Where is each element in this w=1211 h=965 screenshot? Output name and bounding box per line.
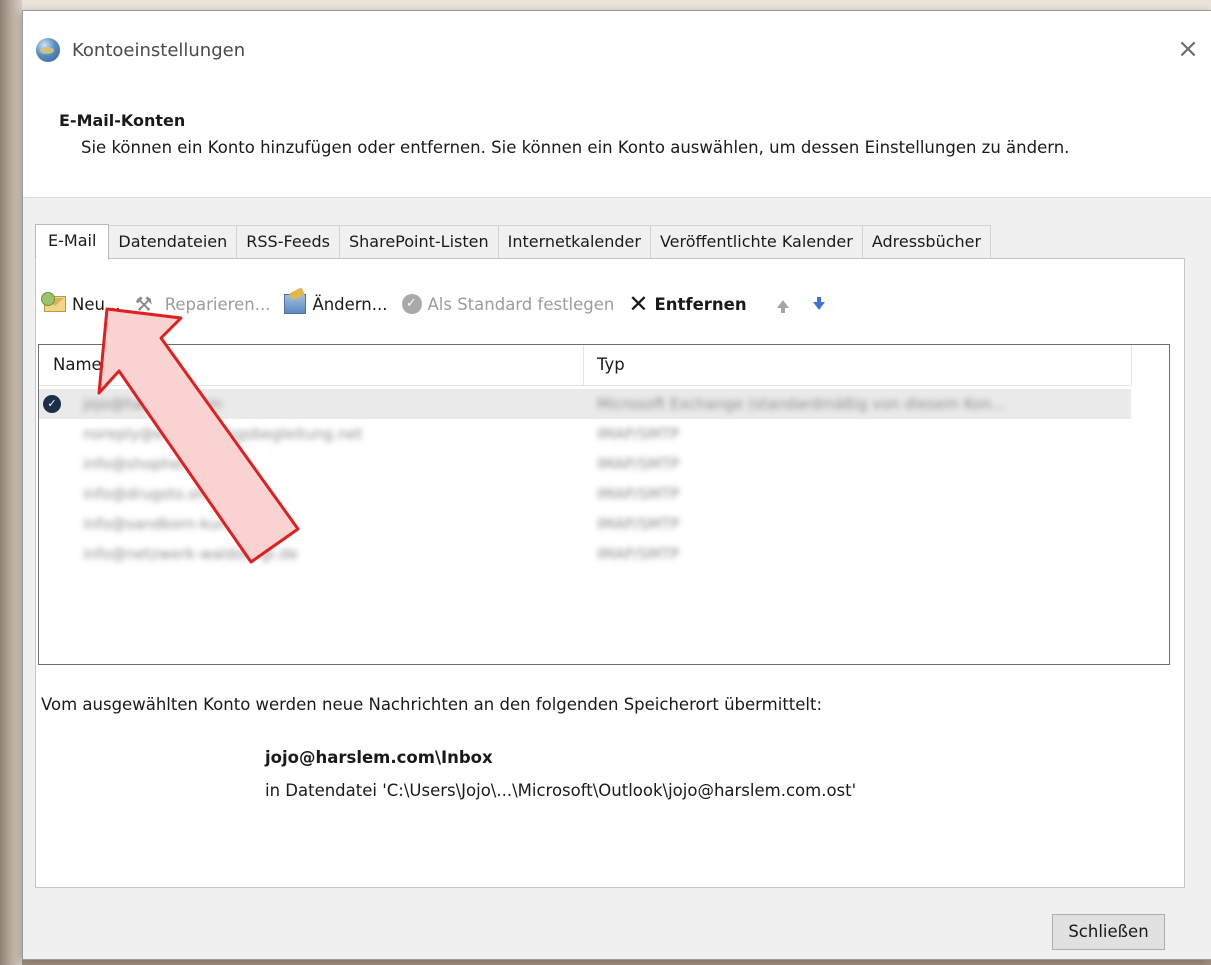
account-type: IMAP/SMTP (597, 455, 680, 473)
repair-button[interactable]: ⚒ Reparieren... (135, 290, 271, 318)
account-type: IMAP/SMTP (597, 485, 680, 503)
dialog-header: E-Mail-Konten Sie können ein Konto hinzu… (23, 87, 1211, 198)
change-settings-icon (284, 294, 307, 314)
tab-sharepoint-lists[interactable]: SharePoint-Listen (340, 225, 499, 259)
change-button[interactable]: Ändern... (284, 290, 388, 318)
tab-data-files[interactable]: Datendateien (109, 225, 238, 259)
account-name: jojo@harslem.com (83, 395, 223, 413)
tab-published-calendars[interactable]: Veröffentlichte Kalender (650, 225, 863, 259)
list-header: Name Typ (39, 345, 1132, 386)
checkmark-icon: ✓ (401, 294, 422, 314)
set-default-button-label: Als Standard festlegen (427, 294, 615, 314)
tab-email[interactable]: E-Mail (35, 224, 110, 260)
column-header-name[interactable]: Name (53, 355, 102, 374)
account-type: IMAP/SMTP (597, 545, 680, 563)
close-button[interactable]: Schließen (1052, 914, 1165, 950)
account-type: IMAP/SMTP (597, 515, 680, 533)
column-header-type[interactable]: Typ (597, 355, 625, 374)
account-toolbar: Neu... ⚒ Reparieren... Ändern... ✓ Als S… (41, 289, 831, 319)
change-button-label: Ändern... (312, 294, 388, 314)
table-row[interactable]: info@sandkorn-kunst.eu IMAP/SMTP (39, 509, 1131, 539)
column-divider (583, 345, 584, 385)
account-settings-dialog: Kontoeinstellungen × E-Mail-Konten Sie k… (22, 10, 1211, 960)
wrench-icon: ⚒ (134, 292, 153, 316)
table-row[interactable]: info@netzwerk-waldorf-gl.de IMAP/SMTP (39, 539, 1131, 569)
account-name: noreply@entwicklungsbegleitung.net (83, 425, 363, 443)
email-tab-panel: Neu... ⚒ Reparieren... Ändern... ✓ Als S… (35, 258, 1185, 888)
arrow-up-icon[interactable] (776, 300, 789, 313)
delivery-folder: jojo@harslem.com\Inbox (265, 748, 493, 767)
account-type: Microsoft Exchange (standardmäßig von di… (597, 395, 1006, 413)
window-title: Kontoeinstellungen (72, 40, 246, 61)
tab-rss-feeds[interactable]: RSS-Feeds (237, 225, 340, 259)
account-type: IMAP/SMTP (597, 425, 680, 443)
account-list[interactable]: Name Typ ✓ jojo@harslem.com Microsoft Ex… (38, 344, 1170, 665)
table-row[interactable]: ✓ jojo@harslem.com Microsoft Exchange (s… (39, 389, 1131, 419)
column-divider (1131, 345, 1132, 385)
x-icon: ✕ (628, 290, 649, 318)
repair-button-label: Reparieren... (164, 294, 271, 314)
table-row[interactable]: noreply@entwicklungsbegleitung.net IMAP/… (39, 419, 1131, 449)
remove-button-label: Entfernen (654, 294, 747, 314)
section-description: Sie können ein Konto hinzufügen oder ent… (81, 138, 1070, 157)
account-rows: ✓ jojo@harslem.com Microsoft Exchange (s… (39, 389, 1131, 569)
desktop-backdrop (0, 0, 22, 965)
account-name: info@shophelden.de (83, 455, 237, 473)
new-account-icon (41, 292, 66, 312)
table-row[interactable]: info@shophelden.de IMAP/SMTP (39, 449, 1131, 479)
table-row[interactable]: info@drugsto.shop IMAP/SMTP (39, 479, 1131, 509)
tab-address-books[interactable]: Adressbücher (862, 225, 992, 259)
tab-internet-calendars[interactable]: Internetkalender (498, 225, 651, 259)
delivery-data-file: in Datendatei 'C:\Users\Jojo\...\Microso… (265, 781, 857, 800)
account-name: info@sandkorn-kunst.eu (83, 515, 265, 533)
section-title: E-Mail-Konten (59, 111, 186, 130)
tab-strip: E-Mail Datendateien RSS-Feeds SharePoint… (35, 224, 992, 260)
new-account-button[interactable]: Neu... (41, 290, 121, 318)
new-button-label: Neu... (72, 294, 121, 314)
outlook-globe-icon (36, 38, 60, 62)
title-bar: Kontoeinstellungen × (23, 11, 1211, 87)
account-name: info@drugsto.shop (83, 485, 225, 503)
account-name: info@netzwerk-waldorf-gl.de (83, 545, 298, 563)
default-account-check-icon: ✓ (43, 395, 61, 413)
close-window-button[interactable]: × (1165, 29, 1211, 69)
delivery-location-text: Vom ausgewählten Konto werden neue Nachr… (41, 695, 823, 714)
set-default-button[interactable]: ✓ Als Standard festlegen (401, 290, 615, 318)
remove-button[interactable]: ✕ Entfernen (628, 290, 746, 318)
arrow-down-icon[interactable] (812, 297, 825, 310)
